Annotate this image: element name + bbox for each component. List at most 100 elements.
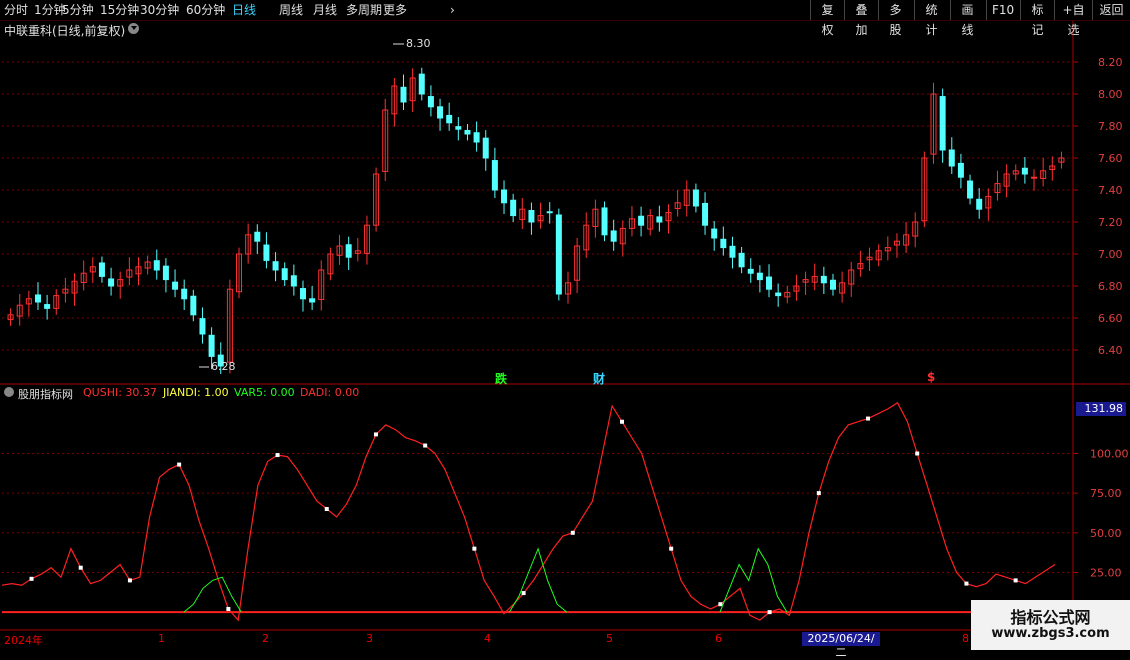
candle-body xyxy=(34,294,41,303)
qushi-marker xyxy=(915,451,920,456)
candle-body xyxy=(400,86,407,103)
candle-body xyxy=(967,180,974,199)
candle-body xyxy=(976,198,983,210)
qushi-marker xyxy=(226,606,231,611)
price-axis-label: 6.80 xyxy=(1098,280,1123,293)
candle-body xyxy=(309,298,316,303)
x-axis-label: 3 xyxy=(366,632,373,645)
qushi-marker xyxy=(472,546,477,551)
period-tab-9[interactable]: 多周期 xyxy=(346,2,382,18)
candle-body xyxy=(775,292,782,297)
stock-title: 中联重科(日线,前复权) xyxy=(4,24,126,38)
price-axis-label: 6.60 xyxy=(1098,312,1123,325)
toolbar-button-3[interactable]: 统计 xyxy=(914,0,948,37)
candle-body xyxy=(510,199,517,217)
indicator-axis-label: 75.00 xyxy=(1090,487,1122,500)
price-axis-label: 8.20 xyxy=(1098,56,1123,69)
qushi-marker xyxy=(177,462,182,467)
toolbar-button-0[interactable]: 复权 xyxy=(810,0,844,37)
title-dropdown-button[interactable] xyxy=(128,23,139,34)
candle-body xyxy=(108,278,115,287)
qushi-marker xyxy=(127,578,132,583)
qushi-marker xyxy=(29,576,34,581)
price-axis-label: 7.80 xyxy=(1098,120,1123,133)
candle-body xyxy=(702,202,709,226)
more-chevron-icon[interactable]: › xyxy=(450,2,455,18)
period-tab-6[interactable]: 日线 xyxy=(232,2,256,18)
period-tab-8[interactable]: 月线 xyxy=(313,2,337,18)
period-tab-2[interactable]: 5分钟 xyxy=(62,2,94,18)
qushi-marker xyxy=(423,443,428,448)
price-axis-label: 6.40 xyxy=(1098,344,1123,357)
candle-body xyxy=(98,262,105,277)
candle-body xyxy=(610,230,617,242)
candle-body xyxy=(729,245,736,258)
candle-body xyxy=(446,114,453,124)
candle-body xyxy=(656,216,663,223)
period-tab-5[interactable]: 60分钟 xyxy=(186,2,225,18)
candle-body xyxy=(208,334,215,357)
candle-body xyxy=(172,281,179,290)
candle-body xyxy=(190,295,197,316)
candle-body xyxy=(299,288,306,300)
toolbar-button-2[interactable]: 多股 xyxy=(878,0,912,37)
candle-body xyxy=(427,96,434,108)
period-tab-0[interactable]: 分时 xyxy=(4,2,28,18)
indicator-value-box: 131.98 xyxy=(1076,402,1126,416)
qushi-marker xyxy=(816,491,821,496)
legend-qushi: QUSHI: 30.37 xyxy=(83,386,157,399)
candle-body xyxy=(281,268,288,281)
candle-body xyxy=(254,231,261,242)
toolbar-button-1[interactable]: 叠加 xyxy=(844,0,878,37)
candle-body xyxy=(829,279,836,290)
candle-body xyxy=(638,215,645,226)
indicator-dropdown-icon[interactable] xyxy=(4,386,14,399)
candle-body xyxy=(162,265,169,281)
qushi-marker xyxy=(324,507,329,511)
candle-body xyxy=(957,162,964,178)
candle-body xyxy=(528,209,535,223)
indicator-name: 股朋指标网 xyxy=(18,388,73,401)
qushi-marker xyxy=(1013,578,1018,583)
indicator-axis-label: 50.00 xyxy=(1090,527,1122,540)
candle-body xyxy=(747,268,754,274)
var5-line xyxy=(183,576,242,613)
signal-cai: 财 xyxy=(593,372,606,386)
candle-body xyxy=(44,304,51,309)
low-price-label: 6.28 xyxy=(211,360,236,373)
qushi-marker xyxy=(669,546,674,551)
candle-body xyxy=(820,275,827,284)
period-tab-7[interactable]: 周线 xyxy=(279,2,303,18)
price-axis-label: 7.20 xyxy=(1098,216,1123,229)
signal-s: $ xyxy=(927,370,936,384)
toolbar-button-5[interactable]: F10 xyxy=(986,0,1018,20)
price-axis-label: 7.60 xyxy=(1098,152,1123,165)
candle-body xyxy=(692,189,699,207)
toolbar-button-4[interactable]: 画线 xyxy=(950,0,984,37)
toolbar-button-6[interactable]: 标记 xyxy=(1020,0,1054,37)
x-axis-label: 6 xyxy=(715,632,722,645)
period-tab-4[interactable]: 30分钟 xyxy=(140,2,179,18)
watermark-url: www.zbgs3.com xyxy=(991,626,1110,641)
period-tab-1[interactable]: 1分钟 xyxy=(34,2,66,18)
candle-body xyxy=(948,149,955,167)
candle-body xyxy=(263,244,270,261)
x-axis-label: 8 xyxy=(962,632,969,645)
toolbar-button-8[interactable]: 返回 xyxy=(1092,0,1130,20)
price-axis-label: 7.40 xyxy=(1098,184,1123,197)
period-tab-10[interactable]: 更多 xyxy=(383,2,407,18)
var5-line xyxy=(508,547,568,613)
qushi-marker xyxy=(521,591,526,596)
qushi-marker xyxy=(78,565,83,570)
toolbar-button-7[interactable]: +自选 xyxy=(1054,0,1092,37)
x-axis-label: 1 xyxy=(158,632,165,645)
candle-body xyxy=(482,137,489,159)
candle-body xyxy=(153,260,160,271)
candle-body xyxy=(501,189,508,204)
candle-body xyxy=(464,129,471,135)
period-tab-3[interactable]: 15分钟 xyxy=(100,2,139,18)
candle-body xyxy=(437,106,444,119)
candle-body xyxy=(738,252,745,268)
candle-body xyxy=(1031,176,1038,179)
candle-body xyxy=(272,261,279,271)
